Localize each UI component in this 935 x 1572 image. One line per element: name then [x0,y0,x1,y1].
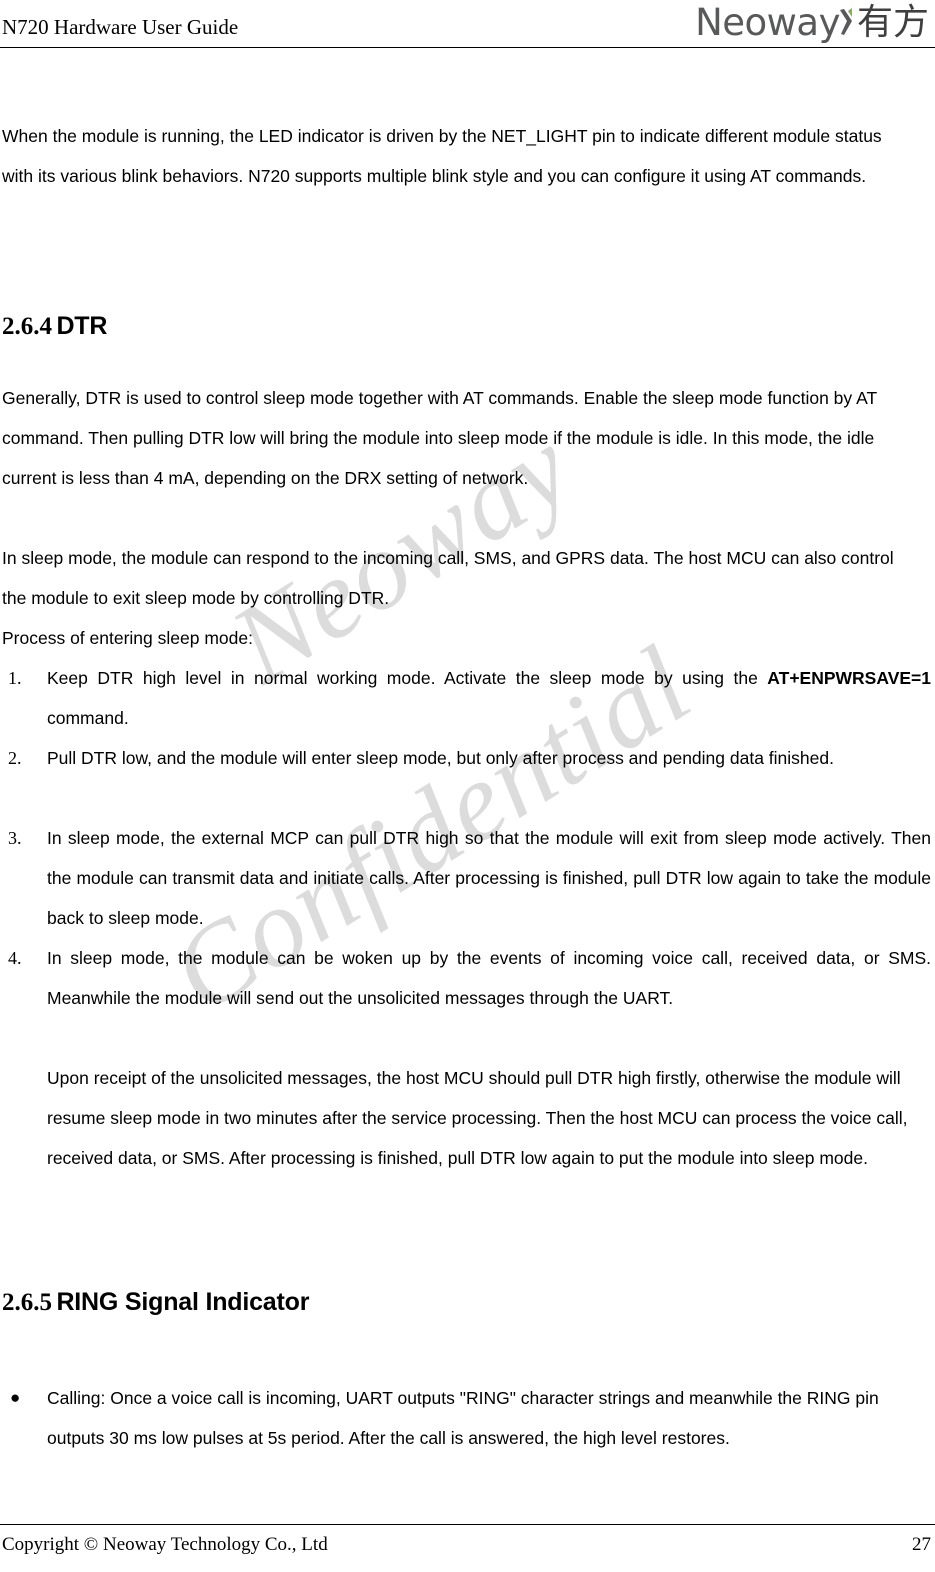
watermark: Neoway Confidential [0,0,935,1572]
page-footer: Copyright © Neoway Technology Co., Ltd 2… [0,1524,935,1572]
list-item: ● Calling: Once a voice call is incoming… [0,1378,933,1458]
heading-2-6-4: 2.6.4 DTR [2,312,107,341]
list-item: 3. In sleep mode, the external MCP can p… [0,818,933,938]
header-title: N720 Hardware User Guide [2,15,239,39]
list-marker: 1. [8,668,22,688]
footer-page-number: 27 [912,1534,931,1555]
dtr-paragraph-2: In sleep mode, the module can respond to… [2,548,894,608]
heading-2-6-5: 2.6.5 RING Signal Indicator [2,1288,309,1317]
logo-wordmark: Neoway [695,1,840,44]
list-text-after: command. [47,708,129,728]
list-text-bold: AT+ENPWRSAVE=1 [767,668,931,688]
heading-2-6-5-title: RING Signal Indicator [56,1288,310,1316]
intro-paragraph: When the module is running, the LED indi… [2,126,882,186]
footer-copyright: Copyright © Neoway Technology Co., Ltd [2,1534,328,1555]
list-item: 1. Keep DTR high level in normal working… [0,658,933,738]
footer-divider [0,1524,935,1525]
heading-2-6-5-number: 2.6.5 [2,1289,52,1316]
list-text: In sleep mode, the external MCP can pull… [47,828,931,928]
dtr-paragraph-3: Process of entering sleep mode: [2,628,253,648]
header-divider [0,47,935,48]
list-text: Calling: Once a voice call is incoming, … [47,1388,879,1448]
list-item: 4. In sleep mode, the module can be woke… [0,938,933,1018]
logo-accent-icon [838,4,854,42]
list-marker: 3. [8,828,22,848]
dtr-paragraph-1: Generally, DTR is used to control sleep … [2,388,877,488]
document-page: Neoway Confidential N720 Hardware User G… [0,0,935,1572]
dtr-step4-note: Upon receipt of the unsolicited messages… [47,1068,908,1168]
list-text-before: Keep DTR high level in normal working mo… [47,668,768,688]
heading-2-6-4-number: 2.6.4 [2,313,52,340]
neoway-logo: Neoway 有方 [695,2,929,44]
list-marker: 2. [8,748,22,768]
list-text: Pull DTR low, and the module will enter … [47,748,834,768]
page-header: N720 Hardware User Guide Neoway 有方 [0,0,935,52]
bullet-icon: ● [10,1388,21,1407]
heading-2-6-4-title: DTR [56,312,108,340]
logo-chinese-name: 有方 [856,2,929,43]
list-item: 2. Pull DTR low, and the module will ent… [0,738,933,778]
list-text: In sleep mode, the module can be woken u… [47,948,931,1008]
list-text: Keep DTR high level in normal working mo… [47,658,931,738]
list-marker: 4. [8,948,22,968]
